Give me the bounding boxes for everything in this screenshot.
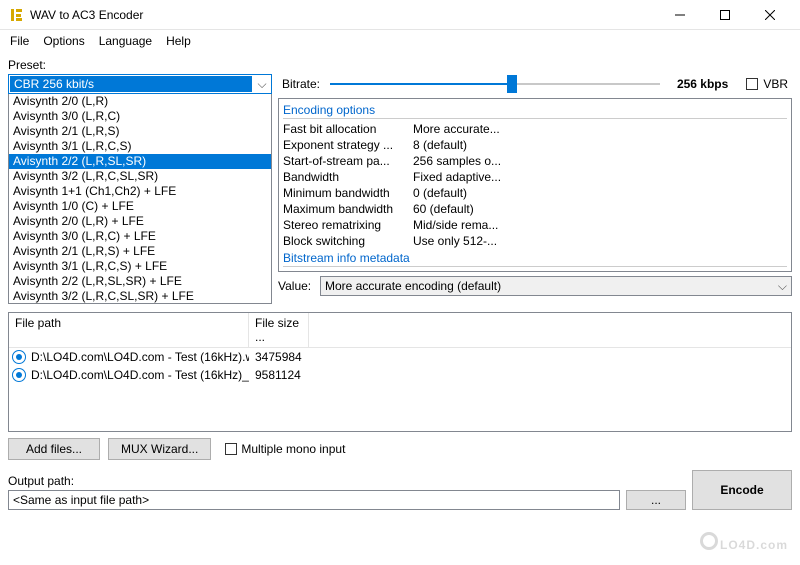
output-path-input[interactable] xyxy=(8,490,620,510)
vbr-checkbox[interactable]: VBR xyxy=(746,77,788,91)
value-selected: More accurate encoding (default) xyxy=(325,279,501,293)
preset-option[interactable]: Avisynth 2/2 (L,R,SL,SR) + LFE xyxy=(9,274,271,289)
menu-help[interactable]: Help xyxy=(160,32,197,50)
file-icon xyxy=(12,350,26,364)
maximize-button[interactable] xyxy=(702,1,747,29)
menu-file[interactable]: File xyxy=(4,32,35,50)
bitrate-label: Bitrate: xyxy=(282,77,322,91)
bitrate-value: 256 kbps xyxy=(668,77,728,91)
mux-wizard-button[interactable]: MUX Wizard... xyxy=(108,438,211,460)
option-row[interactable]: Exponent strategy ...8 (default) xyxy=(283,137,787,153)
section-bitstream-metadata: Bitstream info metadata xyxy=(283,251,787,267)
encoding-options-panel[interactable]: Encoding options Fast bit allocationMore… xyxy=(278,98,792,272)
minimize-button[interactable] xyxy=(657,1,702,29)
window-title: WAV to AC3 Encoder xyxy=(30,8,657,22)
option-row[interactable]: Start-of-stream pa...256 samples o... xyxy=(283,153,787,169)
vbr-label: VBR xyxy=(763,77,788,91)
preset-option[interactable]: Avisynth 2/1 (L,R,S) xyxy=(9,124,271,139)
preset-option[interactable]: Avisynth 2/0 (L,R) xyxy=(9,94,271,109)
preset-option[interactable]: Avisynth 1+1 (Ch1,Ch2) + LFE xyxy=(9,184,271,199)
preset-option[interactable]: Avisynth 3/2 (L,R,C,SL,SR) xyxy=(9,169,271,184)
close-button[interactable] xyxy=(747,1,792,29)
chevron-down-icon: ⌵ xyxy=(778,279,787,294)
table-header: File path File size ... xyxy=(9,313,791,348)
option-row[interactable]: Block switchingUse only 512-... xyxy=(283,233,787,249)
option-row[interactable]: BandwidthFixed adaptive... xyxy=(283,169,787,185)
table-row[interactable]: D:\LO4D.com\LO4D.com - Test (16kHz)_1.wa… xyxy=(9,366,791,384)
option-row[interactable]: Maximum bandwidth60 (default) xyxy=(283,201,787,217)
preset-selected: CBR 256 kbit/s xyxy=(10,76,252,92)
preset-option[interactable]: Avisynth 2/1 (L,R,S) + LFE xyxy=(9,244,271,259)
add-files-button[interactable]: Add files... xyxy=(8,438,100,460)
preset-option[interactable]: Avisynth 3/1 (L,R,C,S) xyxy=(9,139,271,154)
option-row[interactable]: Stereo rematrixingMid/side rema... xyxy=(283,217,787,233)
value-dropdown[interactable]: More accurate encoding (default) ⌵ xyxy=(320,276,792,296)
section-encoding-options: Encoding options xyxy=(283,103,787,119)
option-row[interactable]: Center mix level-3.0 dB (default) xyxy=(283,269,787,272)
preset-option[interactable]: Avisynth 3/0 (L,R,C) xyxy=(9,109,271,124)
chevron-down-icon: ⌵ xyxy=(253,77,271,92)
slider-thumb[interactable] xyxy=(507,75,517,93)
multiple-mono-checkbox[interactable]: Multiple mono input xyxy=(225,442,345,456)
output-path-label: Output path: xyxy=(8,474,620,488)
preset-option[interactable]: Avisynth 3/1 (L,R,C,S) + LFE xyxy=(9,259,271,274)
watermark: LO4D.com xyxy=(700,529,788,555)
preset-dropdown[interactable]: CBR 256 kbit/s ⌵ xyxy=(8,74,272,94)
option-row[interactable]: Minimum bandwidth0 (default) xyxy=(283,185,787,201)
preset-listbox[interactable]: Avisynth 2/0 (L,R)Avisynth 3/0 (L,R,C)Av… xyxy=(8,94,272,304)
preset-option[interactable]: Avisynth 2/2 (L,R,SL,SR) xyxy=(9,154,271,169)
preset-option[interactable]: Avisynth 3/2 (L,R,C,SL,SR) + LFE xyxy=(9,289,271,304)
menu-options[interactable]: Options xyxy=(37,32,90,50)
menubar: File Options Language Help xyxy=(0,30,800,52)
col-filepath[interactable]: File path xyxy=(9,313,249,347)
table-row[interactable]: D:\LO4D.com\LO4D.com - Test (16kHz).wav3… xyxy=(9,348,791,366)
bitrate-slider[interactable] xyxy=(330,74,660,94)
encode-button[interactable]: Encode xyxy=(692,470,792,510)
preset-option[interactable]: Avisynth 1/0 (C) + LFE xyxy=(9,199,271,214)
preset-option[interactable]: Avisynth 2/0 (L,R) + LFE xyxy=(9,214,271,229)
file-icon xyxy=(12,368,26,382)
browse-button[interactable]: ... xyxy=(626,490,686,510)
col-filesize[interactable]: File size ... xyxy=(249,313,309,347)
preset-option[interactable]: Avisynth 3/0 (L,R,C) + LFE xyxy=(9,229,271,244)
files-table[interactable]: File path File size ... D:\LO4D.com\LO4D… xyxy=(8,312,792,432)
multiple-mono-label: Multiple mono input xyxy=(241,442,345,456)
titlebar: WAV to AC3 Encoder xyxy=(0,0,800,30)
menu-language[interactable]: Language xyxy=(93,32,158,50)
app-logo-icon xyxy=(8,7,24,23)
preset-label: Preset: xyxy=(8,58,792,72)
value-label: Value: xyxy=(278,279,314,293)
option-row[interactable]: Fast bit allocationMore accurate... xyxy=(283,121,787,137)
